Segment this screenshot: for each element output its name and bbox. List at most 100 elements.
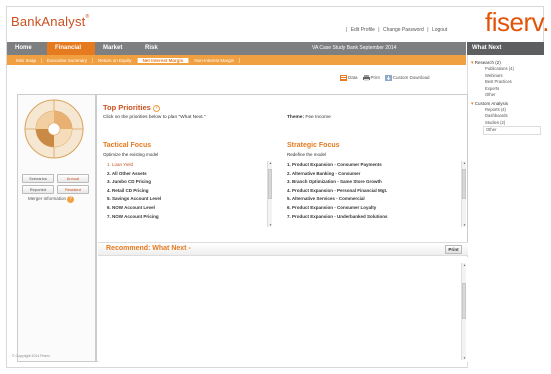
subnav-mini-snap[interactable]: Mini Snap (11, 57, 43, 63)
tactical-scrollbar[interactable]: ▴ ▾ (267, 161, 272, 227)
tactical-item[interactable]: 7. NOW Account Pricing (107, 213, 277, 222)
scroll-thumb[interactable] (462, 169, 466, 199)
tactical-focus-subtitle: Optimize the existing model (103, 152, 159, 157)
theme: Theme: Fee Income (287, 115, 331, 120)
strategic-list: 1. Product Expansion - Consumer Payments… (287, 161, 457, 227)
strategic-item[interactable]: 1. Product Expansion - Consumer Payments (287, 161, 457, 170)
data-button[interactable]: Data (340, 75, 358, 81)
edit-profile-link[interactable]: Edit Profile (351, 27, 375, 33)
custom-analysis-label: Custom Analysis (474, 100, 509, 106)
recommend-scrollbar[interactable]: ▴ ▾ (461, 263, 466, 360)
merger-label: Merger Information (28, 196, 67, 201)
theme-value: Fee Income (305, 115, 331, 120)
strategy-wheel[interactable] (23, 98, 85, 160)
strategic-item[interactable]: 2. Alternative Banking - Consumer (287, 170, 457, 179)
annual-label: Annual (66, 176, 80, 181)
restated-label: Restated (64, 187, 81, 192)
logout-link[interactable]: Logout (432, 27, 447, 33)
separator: | (346, 27, 348, 33)
strategic-item[interactable]: 7. Product Expansion - Underbanked Solut… (287, 213, 457, 222)
nav-home[interactable]: Home (7, 42, 47, 55)
help-icon[interactable]: ? (152, 104, 160, 112)
tactical-item[interactable]: 1. Loan Yield (107, 161, 277, 170)
scenario-toggle: Scenarios Annual (22, 174, 89, 183)
merger-information-link[interactable]: Merger Information? (28, 196, 75, 203)
brand-mark: ® (85, 14, 90, 20)
scroll-thumb[interactable] (462, 283, 466, 319)
expand-icon: ▾ (471, 60, 474, 66)
data-icon (340, 75, 347, 81)
main-nav: Home Financial Market Risk VA Case Study… (7, 42, 466, 55)
scroll-down-icon[interactable]: ▾ (462, 356, 467, 360)
expand-icon: ▾ (471, 100, 474, 107)
brand-name: BankAnalyst (11, 14, 86, 29)
recommend-content: ▴ ▾ (98, 257, 468, 362)
annual-button[interactable]: Annual (57, 174, 89, 183)
research-label: Research (2) (474, 60, 501, 65)
strategic-item[interactable]: 6. Product Expansion - Consumer Loyalty (287, 204, 457, 213)
top-priorities-instructions: Click on the priorities below to plan "W… (103, 115, 206, 120)
data-label: Data (348, 75, 358, 81)
recommend-bar: Recommend: What Next - Print (98, 242, 468, 256)
print-toolbar-button[interactable]: Print (362, 75, 380, 81)
main-content: Top Priorities ? Click on the priorities… (96, 94, 468, 362)
what-next-panel: ▾ Research (2) Publications (4) Webinars… (467, 55, 544, 368)
tactical-focus-title: Tactical Focus (103, 142, 152, 149)
tactical-item[interactable]: 3. Jumbo CD Pricing (107, 178, 277, 187)
scroll-thumb[interactable] (268, 169, 272, 199)
help-icon[interactable]: ? (67, 196, 75, 203)
fiserv-logo: fiserv. (485, 7, 549, 37)
what-next-header: What Next (467, 42, 544, 55)
strategic-focus-subtitle: Redefine the model (287, 152, 327, 157)
scroll-up-icon[interactable]: ▴ (462, 161, 467, 165)
nav-market[interactable]: Market (95, 42, 137, 55)
strategic-item[interactable]: 3. Branch Optimization - Same Store Grow… (287, 178, 457, 187)
subnav-return-on-equity[interactable]: Return on Equity (93, 57, 138, 63)
top-priorities-title: Top Priorities ? (103, 103, 160, 112)
custom-download-button[interactable]: Custom Download (384, 75, 430, 81)
tactical-item[interactable]: 6. NOW Account Level (107, 204, 277, 213)
tactical-item[interactable]: 4. Retail CD Pricing (107, 187, 277, 196)
scroll-down-icon[interactable]: ▾ (462, 223, 467, 227)
download-label: Custom Download (392, 75, 430, 81)
subnav-executive-summary[interactable]: Executive Summary (42, 57, 94, 63)
separator: | (378, 27, 380, 33)
strategic-item[interactable]: 5. Alternative Services - Commercial (287, 195, 457, 204)
reported-label: Reported (29, 187, 47, 192)
scroll-up-icon[interactable]: ▴ (462, 263, 467, 267)
tree-item-other[interactable]: Other (471, 92, 541, 99)
scenarios-button[interactable]: Scenarios (22, 174, 54, 183)
printer-icon (362, 75, 370, 81)
strategic-item[interactable]: 4. Product Expansion - Personal Financia… (287, 187, 457, 196)
reported-button[interactable]: Reported (22, 185, 54, 194)
print-label: Print (370, 75, 380, 81)
scenarios-label: Scenarios (29, 176, 47, 181)
left-sidebar: Scenarios Annual Reported Restated Merge… (17, 94, 96, 362)
page-toolbar: Data Print Custom Download (340, 75, 430, 81)
bank-period-info: VA Case Study Bank September 2014 (312, 45, 397, 51)
user-links: | Edit Profile | Change Password | Logou… (345, 27, 448, 33)
tree-item-other-custom[interactable]: Other (483, 126, 541, 135)
recommend-title: Recommend: What Next - (106, 245, 191, 252)
print-button[interactable]: Print (445, 245, 462, 254)
scroll-up-icon[interactable]: ▴ (268, 161, 273, 165)
nav-risk[interactable]: Risk (137, 42, 166, 55)
reporting-toggle: Reported Restated (22, 185, 89, 194)
brand-logo: BankAnalyst® (11, 14, 89, 29)
strategic-focus-title: Strategic Focus (287, 142, 340, 149)
strategic-scrollbar[interactable]: ▴ ▾ (461, 161, 466, 227)
change-password-link[interactable]: Change Password (383, 27, 424, 33)
tactical-list: 1. Loan Yield 2. All Other Assets 3. Jum… (107, 161, 277, 227)
subnav-net-interest-margin[interactable]: Net Interest Margin (137, 57, 190, 63)
separator: | (427, 27, 429, 33)
top-priorities-label: Top Priorities (103, 103, 151, 112)
theme-label: Theme: (287, 115, 305, 120)
subnav-non-interest-margin[interactable]: Non-Interest Margin (189, 57, 241, 63)
tactical-item[interactable]: 2. All Other Assets (107, 170, 277, 179)
download-icon (384, 75, 392, 81)
nav-financial[interactable]: Financial (47, 42, 95, 55)
tactical-item[interactable]: 5. Savings Account Level (107, 195, 277, 204)
copyright: © Copyright 2014 Fiserv (12, 354, 50, 358)
restated-button[interactable]: Restated (57, 185, 89, 194)
scroll-down-icon[interactable]: ▾ (268, 223, 273, 227)
